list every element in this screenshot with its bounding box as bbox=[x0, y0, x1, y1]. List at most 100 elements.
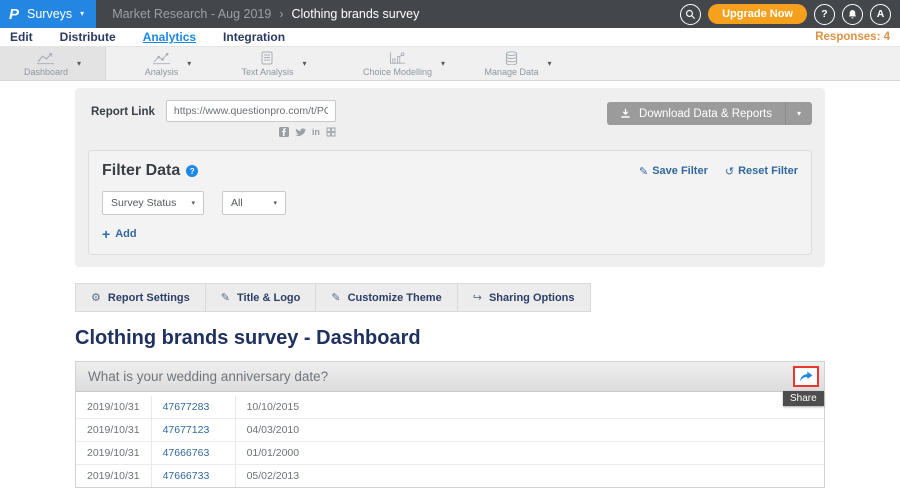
text-analysis-icon bbox=[261, 51, 273, 65]
analysis-chart-icon bbox=[152, 51, 171, 65]
download-button-group: Download Data & Reports ▾ bbox=[607, 102, 812, 125]
filter-value-select[interactable]: All ▾ bbox=[222, 191, 286, 215]
download-options-dropdown[interactable]: ▾ bbox=[785, 102, 812, 125]
notifications-button[interactable] bbox=[842, 4, 863, 25]
response-answer: 04/03/2010 bbox=[235, 419, 824, 442]
tab-label: Report Settings bbox=[108, 292, 190, 304]
top-bar: P Surveys ▾ Market Research - Aug 2019 ›… bbox=[0, 0, 900, 28]
response-id-link[interactable]: 47666763 bbox=[151, 442, 235, 465]
chevron-down-icon: ▾ bbox=[273, 200, 277, 207]
breadcrumb-parent[interactable]: Market Research - Aug 2019 bbox=[112, 7, 271, 21]
share-arrow-icon bbox=[799, 371, 813, 383]
chevron-down-icon: ▾ bbox=[80, 10, 84, 18]
facebook-icon[interactable] bbox=[279, 127, 289, 137]
table-row: 2019/10/31 47677123 04/03/2010 bbox=[76, 419, 824, 442]
report-link-label: Report Link bbox=[91, 106, 155, 118]
nav-item-integration[interactable]: Integration bbox=[223, 30, 285, 44]
save-filter-label: Save Filter bbox=[652, 165, 708, 177]
nav-item-edit[interactable]: Edit bbox=[10, 30, 33, 44]
twitter-icon[interactable] bbox=[295, 127, 306, 137]
breadcrumb: Market Research - Aug 2019 › Clothing br… bbox=[112, 7, 419, 21]
filter-help-icon[interactable]: ? bbox=[186, 165, 198, 177]
tab-title-logo[interactable]: ✎ Title & Logo bbox=[205, 283, 317, 312]
search-icon bbox=[685, 9, 696, 20]
response-date: 2019/10/31 bbox=[76, 419, 151, 442]
embed-icon[interactable] bbox=[326, 127, 336, 137]
response-answer: 01/01/2000 bbox=[235, 442, 824, 465]
responses-table: 2019/10/31 47677283 10/10/2015 2019/10/3… bbox=[76, 396, 824, 487]
edit-icon: ✎ bbox=[639, 165, 648, 178]
download-data-reports-button[interactable]: Download Data & Reports bbox=[607, 102, 785, 125]
toolbar-item-dashboard[interactable]: Dashboard ▾ bbox=[0, 47, 106, 80]
product-label: Surveys bbox=[27, 7, 72, 21]
main-content: Report Link in Download Data & Reports ▾ bbox=[75, 88, 825, 488]
reset-icon: ↺ bbox=[725, 165, 734, 178]
nav-item-analytics[interactable]: Analytics bbox=[143, 30, 196, 44]
chevron-down-icon[interactable]: ▾ bbox=[77, 60, 81, 68]
toolbar-item-label: Analysis bbox=[145, 67, 179, 77]
download-icon bbox=[620, 108, 631, 119]
reset-filter-button[interactable]: ↺ Reset Filter bbox=[725, 165, 798, 178]
topbar-actions: Upgrade Now ? A bbox=[680, 4, 900, 25]
reset-filter-label: Reset Filter bbox=[738, 165, 798, 177]
plus-icon: + bbox=[102, 227, 110, 241]
question-text: What is your wedding anniversary date? bbox=[88, 369, 328, 384]
download-button-label: Download Data & Reports bbox=[639, 108, 772, 120]
share-button[interactable] bbox=[793, 366, 819, 387]
toolbar-item-text-analysis[interactable]: Text Analysis ▾ bbox=[222, 47, 326, 80]
toolbar-item-label: Dashboard bbox=[24, 67, 68, 77]
product-switcher[interactable]: P Surveys ▾ bbox=[0, 0, 96, 28]
responses-count[interactable]: Responses: 4 bbox=[815, 31, 890, 43]
report-link-input[interactable] bbox=[166, 100, 336, 122]
upgrade-now-button[interactable]: Upgrade Now bbox=[708, 4, 807, 24]
nav-item-distribute[interactable]: Distribute bbox=[60, 30, 116, 44]
tab-report-settings[interactable]: ⚙ Report Settings bbox=[75, 283, 206, 312]
response-id-link[interactable]: 47666733 bbox=[151, 465, 235, 488]
help-button[interactable]: ? bbox=[814, 4, 835, 25]
chevron-down-icon: ▾ bbox=[797, 110, 801, 118]
dashboard-chart-icon bbox=[36, 51, 55, 65]
search-button[interactable] bbox=[680, 4, 701, 25]
gears-icon: ⚙ bbox=[91, 291, 101, 304]
save-filter-button[interactable]: ✎ Save Filter bbox=[639, 165, 708, 178]
toolbar-item-label: Text Analysis bbox=[241, 67, 293, 77]
share-tooltip: Share bbox=[783, 391, 824, 406]
share-social-bar: in bbox=[166, 127, 336, 137]
linkedin-icon[interactable]: in bbox=[312, 128, 320, 137]
breadcrumb-separator-icon: › bbox=[279, 7, 283, 21]
database-icon bbox=[505, 51, 518, 65]
toolbar-item-label: Manage Data bbox=[484, 67, 538, 77]
tab-customize-theme[interactable]: ✎ Customize Theme bbox=[315, 283, 457, 312]
toolbar-item-choice-modelling[interactable]: Choice Modelling ▾ bbox=[348, 47, 460, 80]
add-filter-button[interactable]: + Add bbox=[102, 227, 148, 241]
response-id-link[interactable]: 47677123 bbox=[151, 419, 235, 442]
tab-label: Sharing Options bbox=[489, 292, 575, 304]
chevron-down-icon[interactable]: ▾ bbox=[548, 60, 552, 68]
share-icon: ↪ bbox=[473, 291, 482, 304]
avatar-initial: A bbox=[877, 8, 885, 20]
report-panel: Report Link in Download Data & Reports ▾ bbox=[75, 88, 825, 267]
table-row: 2019/10/31 47666763 01/01/2000 bbox=[76, 442, 824, 465]
questionpro-logo: P bbox=[9, 6, 19, 23]
filter-data-section: Filter Data ? ✎ Save Filter ↺ Reset Filt… bbox=[88, 150, 812, 255]
account-avatar[interactable]: A bbox=[870, 4, 891, 25]
table-row: 2019/10/31 47666733 05/02/2013 bbox=[76, 465, 824, 488]
chevron-down-icon[interactable]: ▾ bbox=[441, 60, 445, 68]
response-answer: 10/10/2015 bbox=[235, 396, 824, 419]
filter-value-value: All bbox=[231, 197, 243, 209]
tab-sharing-options[interactable]: ↪ Sharing Options bbox=[457, 283, 591, 312]
filter-data-title: Filter Data bbox=[102, 162, 180, 180]
question-mark-icon: ? bbox=[821, 8, 827, 20]
toolbar-item-analysis[interactable]: Analysis ▾ bbox=[120, 47, 216, 80]
chevron-down-icon[interactable]: ▾ bbox=[187, 60, 191, 68]
chevron-down-icon[interactable]: ▾ bbox=[303, 60, 307, 68]
question-header: What is your wedding anniversary date? S… bbox=[76, 362, 824, 392]
add-filter-label: Add bbox=[115, 228, 136, 240]
filter-type-select[interactable]: Survey Status ▾ bbox=[102, 191, 204, 215]
tab-label: Title & Logo bbox=[237, 292, 300, 304]
report-settings-tabs: ⚙ Report Settings ✎ Title & Logo ✎ Custo… bbox=[75, 283, 825, 312]
response-id-link[interactable]: 47677283 bbox=[151, 396, 235, 419]
page-title: Clothing brands survey - Dashboard bbox=[75, 327, 825, 350]
toolbar-item-manage-data[interactable]: Manage Data ▾ bbox=[466, 47, 570, 80]
analytics-toolbar: Dashboard ▾ Analysis ▾ Text Analysis ▾ C… bbox=[0, 47, 900, 81]
